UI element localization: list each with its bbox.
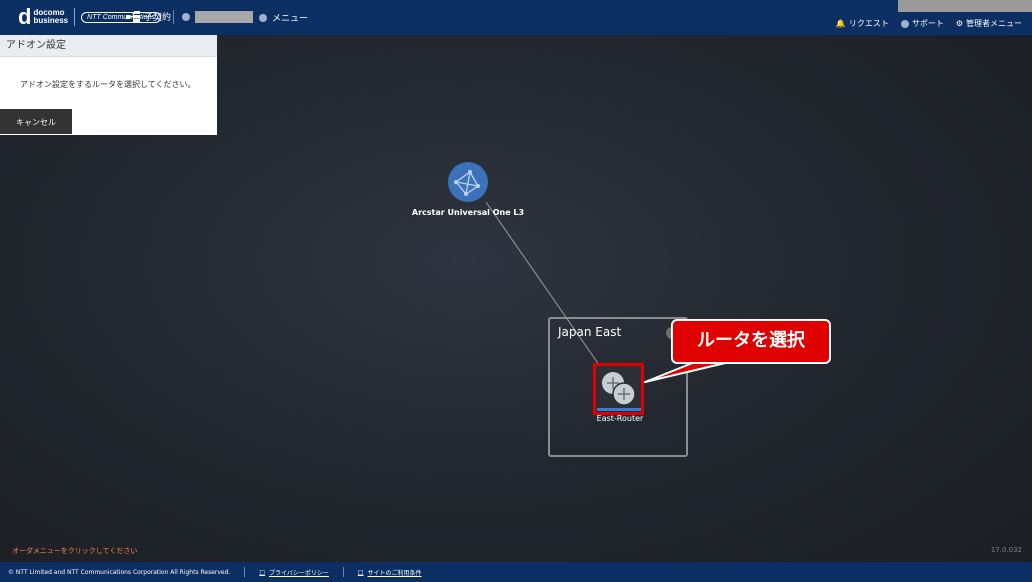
callout-pointer	[644, 359, 739, 383]
terms-link[interactable]: □ サイトのご利用条件	[358, 568, 422, 577]
footer-divider	[244, 567, 246, 577]
privacy-policy-link[interactable]: □ プライバシーポリシー	[259, 568, 329, 577]
copyright-text: © NTT Limited and NTT Communications Cor…	[8, 568, 231, 576]
order-menu-hint: オーダメニューをクリックしてください	[12, 547, 138, 555]
external-link-icon: □	[357, 568, 364, 576]
version-label: 17.0.032	[990, 546, 1022, 554]
external-link-icon: □	[259, 568, 265, 576]
footer: © NTT Limited and NTT Communications Cor…	[0, 562, 1032, 582]
callout-bubble: ルータを選択	[671, 319, 831, 364]
footer-divider	[342, 567, 344, 577]
